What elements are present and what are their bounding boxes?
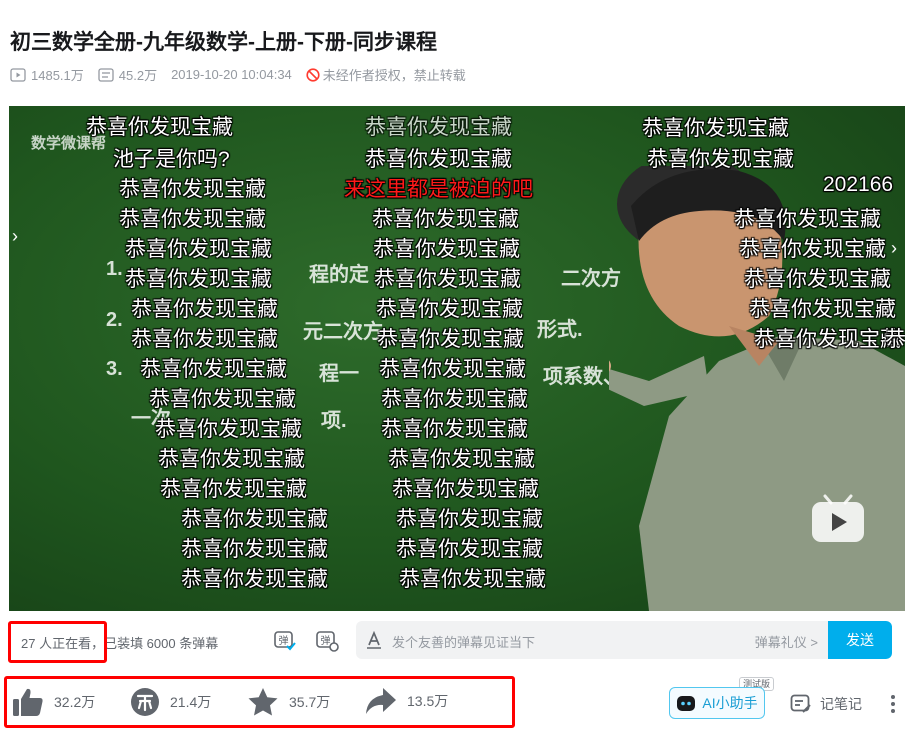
danmaku-input-placeholder: 发个友善的弹幕见证当下 <box>392 635 536 650</box>
danmaku-input[interactable]: 发个友善的弹幕见证当下 弹幕礼仪 > <box>356 621 828 659</box>
play-count-icon <box>10 67 26 82</box>
danmaku: 恭喜你发现宝藏 <box>381 418 528 441</box>
danmaku: 恭喜你发现宝藏 <box>396 538 543 561</box>
danmaku: 恭喜你发现宝藏 <box>86 116 233 139</box>
danmaku: 恭喜你发现宝藏 <box>396 508 543 531</box>
ai-assistant-label: AI小助手 <box>702 695 758 711</box>
board-line: 2. <box>106 309 123 331</box>
danmaku: 恭喜你发现宝藏 <box>642 117 789 140</box>
ai-assistant-button[interactable]: AI小助手 <box>669 687 765 719</box>
board-line: 程一 <box>319 363 359 385</box>
danmaku: 恭喜你发现宝藏 <box>388 448 535 471</box>
danmaku: 池子是你吗? <box>113 148 230 171</box>
danmaku-send-bar: 27 人正在看，已装填 6000 条弹幕 弹 弹 发个友善的弹幕见证当下 弹幕礼… <box>0 611 907 667</box>
video-meta: 1485.1万 45.2万 2019-10-20 10:04:34 未经作者授权… <box>10 65 466 84</box>
danmaku-settings-icon[interactable]: 弹 <box>315 629 339 653</box>
danmaku: 恭喜你发现宝藏 <box>376 298 523 321</box>
take-notes-button[interactable]: 记笔记 <box>790 694 862 714</box>
danmaku: 恭喜你发现宝藏 <box>119 178 266 201</box>
danmaku-count-value: 45.2万 <box>118 68 158 83</box>
play-count-value: 1485.1万 <box>31 68 84 83</box>
bilibili-play-icon[interactable] <box>809 492 867 544</box>
right-arrow-icon[interactable]: › <box>891 238 897 259</box>
board-line: 项. <box>321 410 347 432</box>
danmaku: 恭喜你发现宝藏 <box>131 298 278 321</box>
danmaku: 恭喜你发现宝藏 <box>131 328 278 351</box>
danmaku: 恭喜你发现宝藏 <box>155 418 302 441</box>
danmaku: 恭喜你发现宝藏 <box>365 116 512 139</box>
danmaku: 恭喜你发现宝藏 <box>754 328 901 351</box>
danmaku: 恭喜你发现宝藏 <box>160 478 307 501</box>
board-line: 元二次方 <box>303 321 383 343</box>
danmaku: 恭喜你发现宝藏 <box>647 148 794 171</box>
left-arrow-icon[interactable]: › <box>12 226 18 247</box>
forbidden-icon <box>306 67 320 82</box>
publish-time: 2019-10-20 10:04:34 <box>171 67 292 82</box>
danmaku: 恭喜你发现宝藏 <box>739 238 886 261</box>
danmaku: 恭喜你发现宝藏 <box>181 538 328 561</box>
danmaku: 恭喜你发现宝藏 <box>125 268 272 291</box>
danmaku: 恭喜你发现宝藏 <box>140 358 287 381</box>
svg-text:弹: 弹 <box>321 634 331 647</box>
font-style-icon[interactable] <box>366 631 382 649</box>
take-notes-label: 记笔记 <box>820 696 862 712</box>
danmaku: 恭喜你发现宝藏 <box>372 208 519 231</box>
danmaku: 恭喜你发现宝藏 <box>181 508 328 531</box>
danmaku: 恭喜你发现宝藏 <box>885 328 905 351</box>
board-line: 程的定 <box>309 264 369 286</box>
danmaku-count: 45.2万 <box>98 65 157 84</box>
danmaku: 恭喜你发现宝藏 <box>119 208 266 231</box>
board-line: 1. <box>106 258 123 280</box>
more-options-icon[interactable] <box>885 693 901 715</box>
danmaku: 恭喜你发现宝藏 <box>181 568 328 591</box>
danmaku: 恭喜你发现宝藏 <box>125 238 272 261</box>
danmaku-timestamp: 202166 <box>823 173 894 196</box>
robot-icon <box>677 696 696 711</box>
danmaku-etiquette-link[interactable]: 弹幕礼仪 > <box>755 632 818 651</box>
danmaku: 恭喜你发现宝藏 <box>379 358 526 381</box>
highlight-box-actions <box>4 676 515 728</box>
copyright-notice-text: 未经作者授权，禁止转载 <box>322 68 466 83</box>
danmaku: 恭喜你发现宝藏 <box>381 388 528 411</box>
danmaku: 恭喜你发现宝藏 <box>749 298 896 321</box>
video-title: 初三数学全册-九年级数学-上册-下册-同步课程 <box>10 31 437 54</box>
danmaku: 恭喜你发现宝藏 <box>377 328 524 351</box>
danmaku: 恭喜你发现宝藏 <box>158 448 305 471</box>
danmaku: 恭喜你发现宝藏 <box>744 268 891 291</box>
danmaku: 恭喜你发现宝藏 <box>392 478 539 501</box>
copyright-notice: 未经作者授权，禁止转载 <box>306 65 466 84</box>
svg-text:弹: 弹 <box>279 634 289 647</box>
notes-icon <box>790 694 811 713</box>
highlight-box-viewers <box>8 621 107 663</box>
play-count: 1485.1万 <box>10 65 84 84</box>
send-danmaku-button[interactable]: 发送 <box>828 621 892 659</box>
danmaku: 恭喜你发现宝藏 <box>374 268 521 291</box>
danmaku: 来这里都是被迫的吧 <box>344 178 533 201</box>
danmaku-count-icon <box>98 67 114 82</box>
danmaku: 恭喜你发现宝藏 <box>149 388 296 411</box>
danmaku: 恭喜你发现宝藏 <box>365 148 512 171</box>
video-player[interactable]: 数学微课帮 1. 程的定 二次方 2. 元二次方 形式. 3. 程一 项系数、 … <box>9 106 905 611</box>
board-line: 3. <box>106 358 123 380</box>
danmaku-toggle-icon[interactable]: 弹 <box>273 629 297 653</box>
danmaku: 恭喜你发现宝藏 <box>373 238 520 261</box>
danmaku: 恭喜你发现宝藏 <box>734 208 881 231</box>
board-line: 形式. <box>537 319 583 341</box>
danmaku: 恭喜你发现宝藏 <box>399 568 546 591</box>
